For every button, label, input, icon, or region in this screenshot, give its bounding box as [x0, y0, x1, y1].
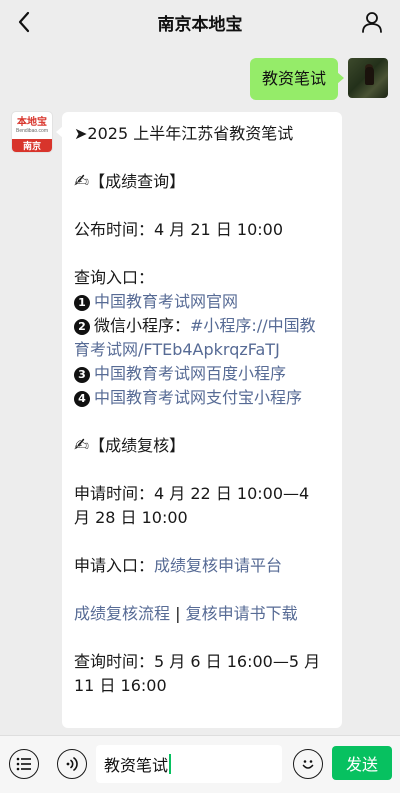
- menu-toggle-button[interactable]: [9, 749, 39, 779]
- back-arrow-icon: [18, 11, 30, 33]
- number-1-icon: 1: [74, 295, 90, 311]
- message-input-text: 教资笔试: [104, 756, 169, 775]
- avatar-logo: 本地宝 Bendibao.com: [12, 112, 52, 139]
- entry-item: 1 中国教育考试网官网: [74, 290, 330, 314]
- number-3-icon: 3: [74, 367, 90, 383]
- avatar-logo-text: 本地宝: [17, 117, 47, 128]
- official-account-avatar[interactable]: 本地宝 Bendibao.com 南京: [12, 112, 52, 152]
- section-score-review-heading: ✍【成绩复核】: [74, 434, 330, 458]
- emoji-button[interactable]: [293, 749, 323, 779]
- apply-time: 申请时间：4 月 22 日 10:00—4 月 28 日 10:00: [74, 482, 330, 530]
- publish-time-label: 公布时间：: [74, 220, 155, 239]
- entry-item: 2 微信小程序：#小程序://中国教育考试网/FTEb4ApkrqzFaTJ: [74, 314, 330, 362]
- writing-hand-icon: ✍: [74, 435, 90, 456]
- avatar-city-label: 南京: [12, 139, 52, 152]
- query-time: 查询时间：5 月 6 日 16:00—5 月 11 日 16:00: [74, 650, 330, 698]
- writing-hand-icon: ✍: [74, 171, 90, 192]
- input-bar: 教资笔试 发送: [0, 735, 400, 793]
- entry-item: 4 中国教育考试网支付宝小程序: [74, 386, 330, 410]
- entry-item: 3 中国教育考试网百度小程序: [74, 362, 330, 386]
- incoming-message-bubble[interactable]: ➤2025 上半年江苏省教资笔试 ✍【成绩查询】 公布时间：4 月 21 日 1…: [56, 112, 342, 728]
- avatar-logo-url: Bendibao.com: [16, 128, 48, 134]
- send-button[interactable]: 发送: [332, 746, 392, 780]
- entry-link-alipay-mini-program[interactable]: 中国教育考试网支付宝小程序: [94, 388, 302, 407]
- query-time-label: 查询时间：: [74, 652, 155, 671]
- apply-entry-label: 申请入口：: [74, 556, 155, 575]
- apply-time-label: 申请时间：: [74, 484, 155, 503]
- top-bar: 南京本地宝: [0, 0, 400, 44]
- query-entry-label: 查询入口：: [74, 268, 155, 287]
- user-icon: [362, 12, 382, 33]
- apply-entry: 申请入口：成绩复核申请平台: [74, 554, 330, 578]
- outgoing-message-bubble[interactable]: 教资笔试: [249, 58, 345, 100]
- link-separator: |: [170, 604, 186, 623]
- entry-link-official-site[interactable]: 中国教育考试网官网: [94, 292, 238, 311]
- outgoing-message-row: 教资笔试: [249, 58, 388, 100]
- text-cursor: [169, 754, 172, 774]
- chat-title: 南京本地宝: [157, 14, 243, 35]
- chat-info-button[interactable]: [358, 8, 386, 36]
- voice-input-button[interactable]: [57, 749, 87, 779]
- section-title: 【成绩复核】: [89, 436, 186, 455]
- review-links-row: 成绩复核流程 | 复核申请书下载: [74, 602, 330, 626]
- entry-link-baidu-mini-program[interactable]: 中国教育考试网百度小程序: [94, 364, 286, 383]
- back-button[interactable]: [10, 8, 38, 36]
- publish-time-value: 4 月 21 日 10:00: [154, 220, 284, 239]
- review-form-download-link[interactable]: 复核申请书下载: [186, 604, 298, 623]
- user-avatar[interactable]: [348, 58, 388, 98]
- message-input[interactable]: 教资笔试: [96, 745, 282, 783]
- menu-list-icon: [16, 757, 31, 771]
- number-2-icon: 2: [74, 319, 90, 335]
- review-platform-link[interactable]: 成绩复核申请平台: [154, 556, 282, 575]
- voice-icon: [66, 757, 78, 771]
- section-title: 【成绩查询】: [89, 172, 186, 191]
- number-4-icon: 4: [74, 391, 90, 407]
- section-score-query-heading: ✍【成绩查询】: [74, 170, 330, 194]
- review-process-link[interactable]: 成绩复核流程: [74, 604, 170, 623]
- avatar-figure-body: [365, 67, 374, 85]
- publish-time: 公布时间：4 月 21 日 10:00: [74, 218, 330, 242]
- emoji-icon: [302, 760, 314, 769]
- chat-area[interactable]: 教资笔试 本地宝 Bendibao.com 南京 ➤2025 上半年江苏省教资笔…: [0, 44, 400, 736]
- entry-prefix: 微信小程序：: [94, 316, 191, 335]
- message-headline: ➤2025 上半年江苏省教资笔试: [74, 124, 294, 143]
